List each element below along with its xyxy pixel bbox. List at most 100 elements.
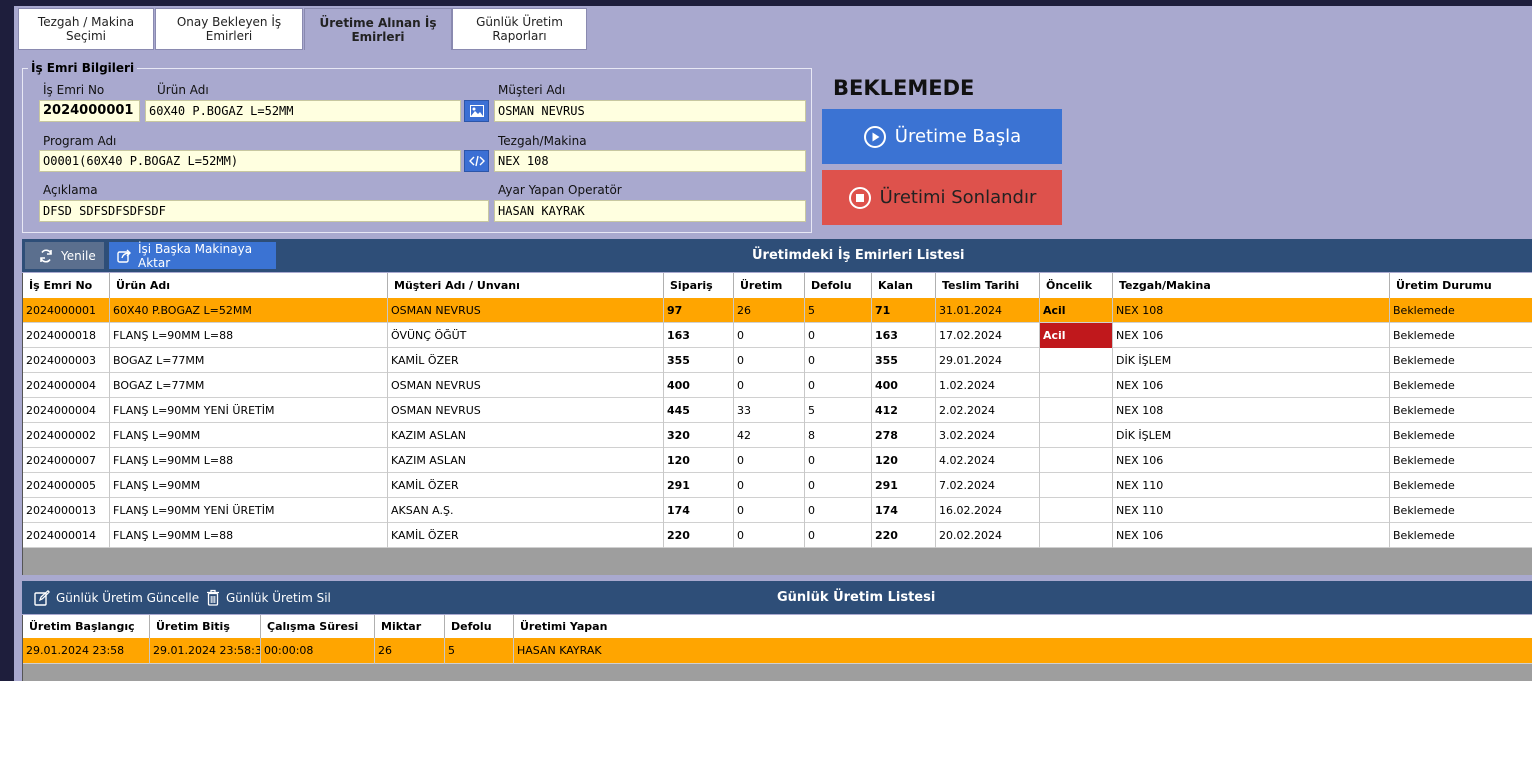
table-cell bbox=[1040, 423, 1113, 448]
column-header[interactable]: Üretim Durumu bbox=[1390, 273, 1532, 298]
column-header[interactable]: Üretim Bitiş bbox=[150, 615, 261, 638]
table-cell: 0 bbox=[734, 448, 805, 473]
column-header[interactable]: Defolu bbox=[805, 273, 872, 298]
table-cell: FLANŞ L=90MM bbox=[110, 473, 388, 498]
daily-list-title: Günlük Üretim Listesi bbox=[777, 590, 936, 605]
operator-label: Ayar Yapan Operatör bbox=[498, 183, 622, 197]
edit-icon bbox=[34, 589, 50, 606]
group-title: İş Emri Bilgileri bbox=[28, 61, 138, 75]
table-cell: FLANŞ L=90MM L=88 bbox=[110, 523, 388, 548]
operator-field[interactable]: HASAN KAYRAK bbox=[494, 200, 806, 222]
table-row[interactable]: 29.01.2024 23:58 29.01.2024 23:58:31 00:00… bbox=[23, 638, 1532, 664]
program-field[interactable]: O0001(60X40 P.BOGAZ L=52MM) bbox=[39, 150, 461, 172]
table-cell: 1.02.2024 bbox=[936, 373, 1040, 398]
table-cell: 3.02.2024 bbox=[936, 423, 1040, 448]
refresh-button[interactable]: Yenile bbox=[25, 242, 104, 269]
column-header[interactable]: Üretimi Yapan bbox=[514, 615, 1532, 638]
column-header[interactable]: Öncelik bbox=[1040, 273, 1113, 298]
column-header[interactable]: Üretim Başlangıç bbox=[23, 615, 150, 638]
status-label: BEKLEMEDE bbox=[833, 76, 975, 100]
customer-label: Müşteri Adı bbox=[498, 83, 566, 97]
table-cell: 2024000004 bbox=[23, 398, 110, 423]
table-cell: 8 bbox=[805, 423, 872, 448]
table-row[interactable]: 2024000013 FLANŞ L=90MM YENİ ÜRETİM AKSAN … bbox=[23, 498, 1532, 523]
machine-field[interactable]: NEX 108 bbox=[494, 150, 806, 172]
column-header[interactable]: Miktar bbox=[375, 615, 445, 638]
column-header[interactable]: Kalan bbox=[872, 273, 936, 298]
table-cell: 29.01.2024 23:58 bbox=[23, 638, 150, 664]
column-header[interactable]: Müşteri Adı / Unvanı bbox=[388, 273, 664, 298]
table-row[interactable]: 2024000003 BOGAZ L=77MM KAMİL ÖZER 355 0 0 355… bbox=[23, 348, 1532, 373]
tab-pending-orders[interactable]: Onay Bekleyen İş Emirleri bbox=[155, 8, 303, 50]
start-production-button[interactable]: Üretime Başla bbox=[822, 109, 1062, 164]
tab-label: Günlük Üretim Raporları bbox=[476, 15, 563, 43]
column-header[interactable]: Tezgah/Makina bbox=[1113, 273, 1390, 298]
customer-field[interactable]: OSMAN NEVRUS bbox=[494, 100, 806, 122]
table-cell bbox=[1040, 398, 1113, 423]
table-cell: 2024000004 bbox=[23, 373, 110, 398]
description-field[interactable]: DFSD SDFSDFSDFSDF bbox=[39, 200, 489, 222]
table-cell: 0 bbox=[805, 473, 872, 498]
table-row[interactable]: 2024000001 60X40 P.BOGAZ L=52MM OSMAN NEVR… bbox=[23, 298, 1532, 323]
table-cell: 00:00:08 bbox=[261, 638, 375, 664]
table-cell: NEX 106 bbox=[1113, 373, 1390, 398]
column-header[interactable]: Teslim Tarihi bbox=[936, 273, 1040, 298]
table-cell bbox=[1040, 473, 1113, 498]
tab-orders-in-production[interactable]: Üretime Alınan İş Emirleri bbox=[304, 8, 452, 50]
tab-machine-selection[interactable]: Tezgah / Makina Seçimi bbox=[18, 8, 154, 50]
table-cell: KAZIM ASLAN bbox=[388, 423, 664, 448]
table-row[interactable]: 2024000004 FLANŞ L=90MM YENİ ÜRETİM OSMAN … bbox=[23, 398, 1532, 423]
table-cell: 355 bbox=[664, 348, 734, 373]
table-cell: 16.02.2024 bbox=[936, 498, 1040, 523]
table-cell: 220 bbox=[872, 523, 936, 548]
machine-label: Tezgah/Makina bbox=[498, 134, 587, 148]
transfer-label: İşi Başka Makinaya Aktar bbox=[138, 241, 253, 270]
table-cell: Beklemede bbox=[1390, 323, 1532, 348]
table-cell: Beklemede bbox=[1390, 473, 1532, 498]
image-icon[interactable] bbox=[464, 100, 489, 122]
column-header[interactable]: İş Emri No bbox=[23, 273, 110, 298]
table-row[interactable]: 2024000004 BOGAZ L=77MM OSMAN NEVRUS 400 0 0 4… bbox=[23, 373, 1532, 398]
table-row[interactable]: 2024000018 FLANŞ L=90MM L=88 ÖVÜNÇ ÖĞÜT 163… bbox=[23, 323, 1532, 348]
column-header[interactable]: Sipariş bbox=[664, 273, 734, 298]
table-cell: 60X40 P.BOGAZ L=52MM bbox=[110, 298, 388, 323]
table-cell: 31.01.2024 bbox=[936, 298, 1040, 323]
column-header[interactable]: Çalışma Süresi bbox=[261, 615, 375, 638]
tab-label: Tezgah / Makina Seçimi bbox=[37, 15, 135, 43]
table-cell: NEX 108 bbox=[1113, 398, 1390, 423]
table-cell: 0 bbox=[734, 348, 805, 373]
daily-update-button[interactable]: Günlük Üretim Güncelle bbox=[34, 584, 199, 611]
code-icon[interactable] bbox=[464, 150, 489, 172]
table-cell: 2024000002 bbox=[23, 423, 110, 448]
table-row[interactable]: 2024000014 FLANŞ L=90MM L=88 KAMİL ÖZER 220… bbox=[23, 523, 1532, 548]
table-cell: BOGAZ L=77MM bbox=[110, 373, 388, 398]
tab-daily-reports[interactable]: Günlük Üretim Raporları bbox=[452, 8, 587, 50]
table-cell: 400 bbox=[664, 373, 734, 398]
product-field[interactable]: 60X40 P.BOGAZ L=52MM bbox=[145, 100, 461, 122]
table-cell: 0 bbox=[805, 498, 872, 523]
table-cell: AKSAN A.Ş. bbox=[388, 498, 664, 523]
order-no-field[interactable]: 2024000001 bbox=[39, 100, 140, 122]
table-cell: Beklemede bbox=[1390, 448, 1532, 473]
table-cell bbox=[1040, 348, 1113, 373]
table-cell: 29.01.2024 23:58:31 bbox=[150, 638, 261, 664]
table-cell: 174 bbox=[664, 498, 734, 523]
table-cell: 2024000014 bbox=[23, 523, 110, 548]
daily-grid-header: Üretim Başlangıç Üretim Bitiş Çalışma Süre… bbox=[23, 615, 1532, 638]
daily-grid: Üretim Başlangıç Üretim Bitiş Çalışma Süre… bbox=[22, 615, 1532, 681]
stop-production-button[interactable]: Üretimi Sonlandır bbox=[822, 170, 1062, 225]
daily-update-label: Günlük Üretim Güncelle bbox=[56, 590, 200, 605]
table-cell: DİK İŞLEM bbox=[1113, 423, 1390, 448]
table-cell: NEX 110 bbox=[1113, 473, 1390, 498]
column-header[interactable]: Üretim bbox=[734, 273, 805, 298]
column-header[interactable]: Ürün Adı bbox=[110, 273, 388, 298]
table-cell: 5 bbox=[805, 398, 872, 423]
table-cell: 2024000003 bbox=[23, 348, 110, 373]
table-row[interactable]: 2024000002 FLANŞ L=90MM KAZIM ASLAN 320 42 8 2… bbox=[23, 423, 1532, 448]
start-production-label: Üretime Başla bbox=[894, 126, 1022, 147]
table-row[interactable]: 2024000007 FLANŞ L=90MM L=88 KAZIM ASLAN 12… bbox=[23, 448, 1532, 473]
column-header[interactable]: Defolu bbox=[445, 615, 514, 638]
daily-delete-button[interactable]: Günlük Üretim Sil bbox=[206, 584, 331, 611]
table-row[interactable]: 2024000005 FLANŞ L=90MM KAMİL ÖZER 291 0 0 291… bbox=[23, 473, 1532, 498]
transfer-button[interactable]: İşi Başka Makinaya Aktar bbox=[109, 241, 276, 270]
